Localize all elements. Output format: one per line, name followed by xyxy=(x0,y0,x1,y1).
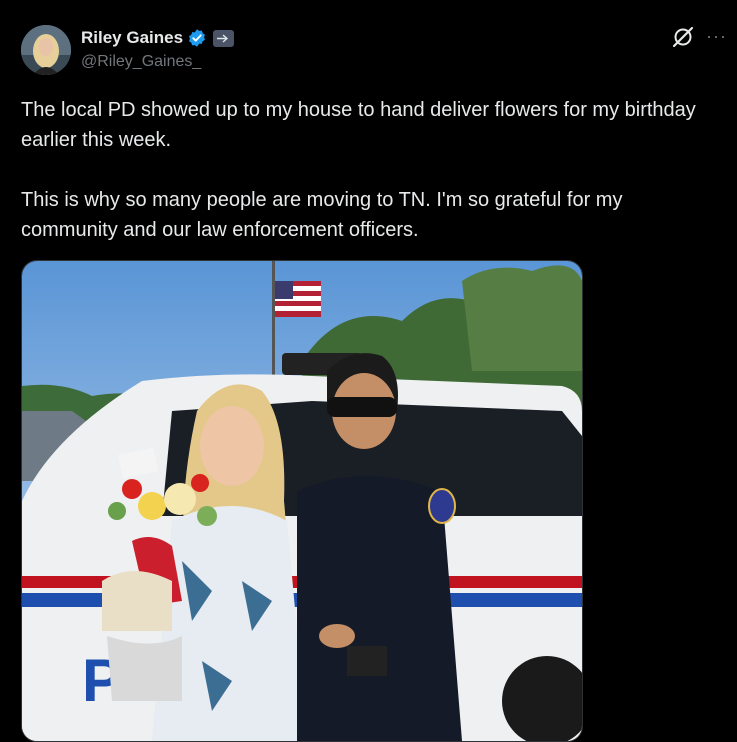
american-flag xyxy=(275,281,321,317)
grok-icon[interactable] xyxy=(672,26,694,48)
post-paragraph-1: The local PD showed up to my house to ha… xyxy=(21,99,696,151)
post-photo[interactable]: P C xyxy=(21,260,583,742)
post-paragraph-2: This is why so many people are moving to… xyxy=(21,189,623,241)
author-display-name[interactable]: Riley Gaines xyxy=(81,28,183,48)
avatar[interactable] xyxy=(21,25,71,75)
author-handle[interactable]: @Riley_Gaines_ xyxy=(81,53,201,71)
more-options-icon[interactable]: ··· xyxy=(706,27,727,45)
post-text: The local PD showed up to my house to ha… xyxy=(21,95,711,245)
post: Riley Gaines @Riley_Gaines_ ··· The loca… xyxy=(0,0,737,742)
author-name-row[interactable]: Riley Gaines xyxy=(81,27,235,49)
affiliation-badge-icon[interactable] xyxy=(213,29,235,47)
verified-badge-icon xyxy=(187,28,207,48)
